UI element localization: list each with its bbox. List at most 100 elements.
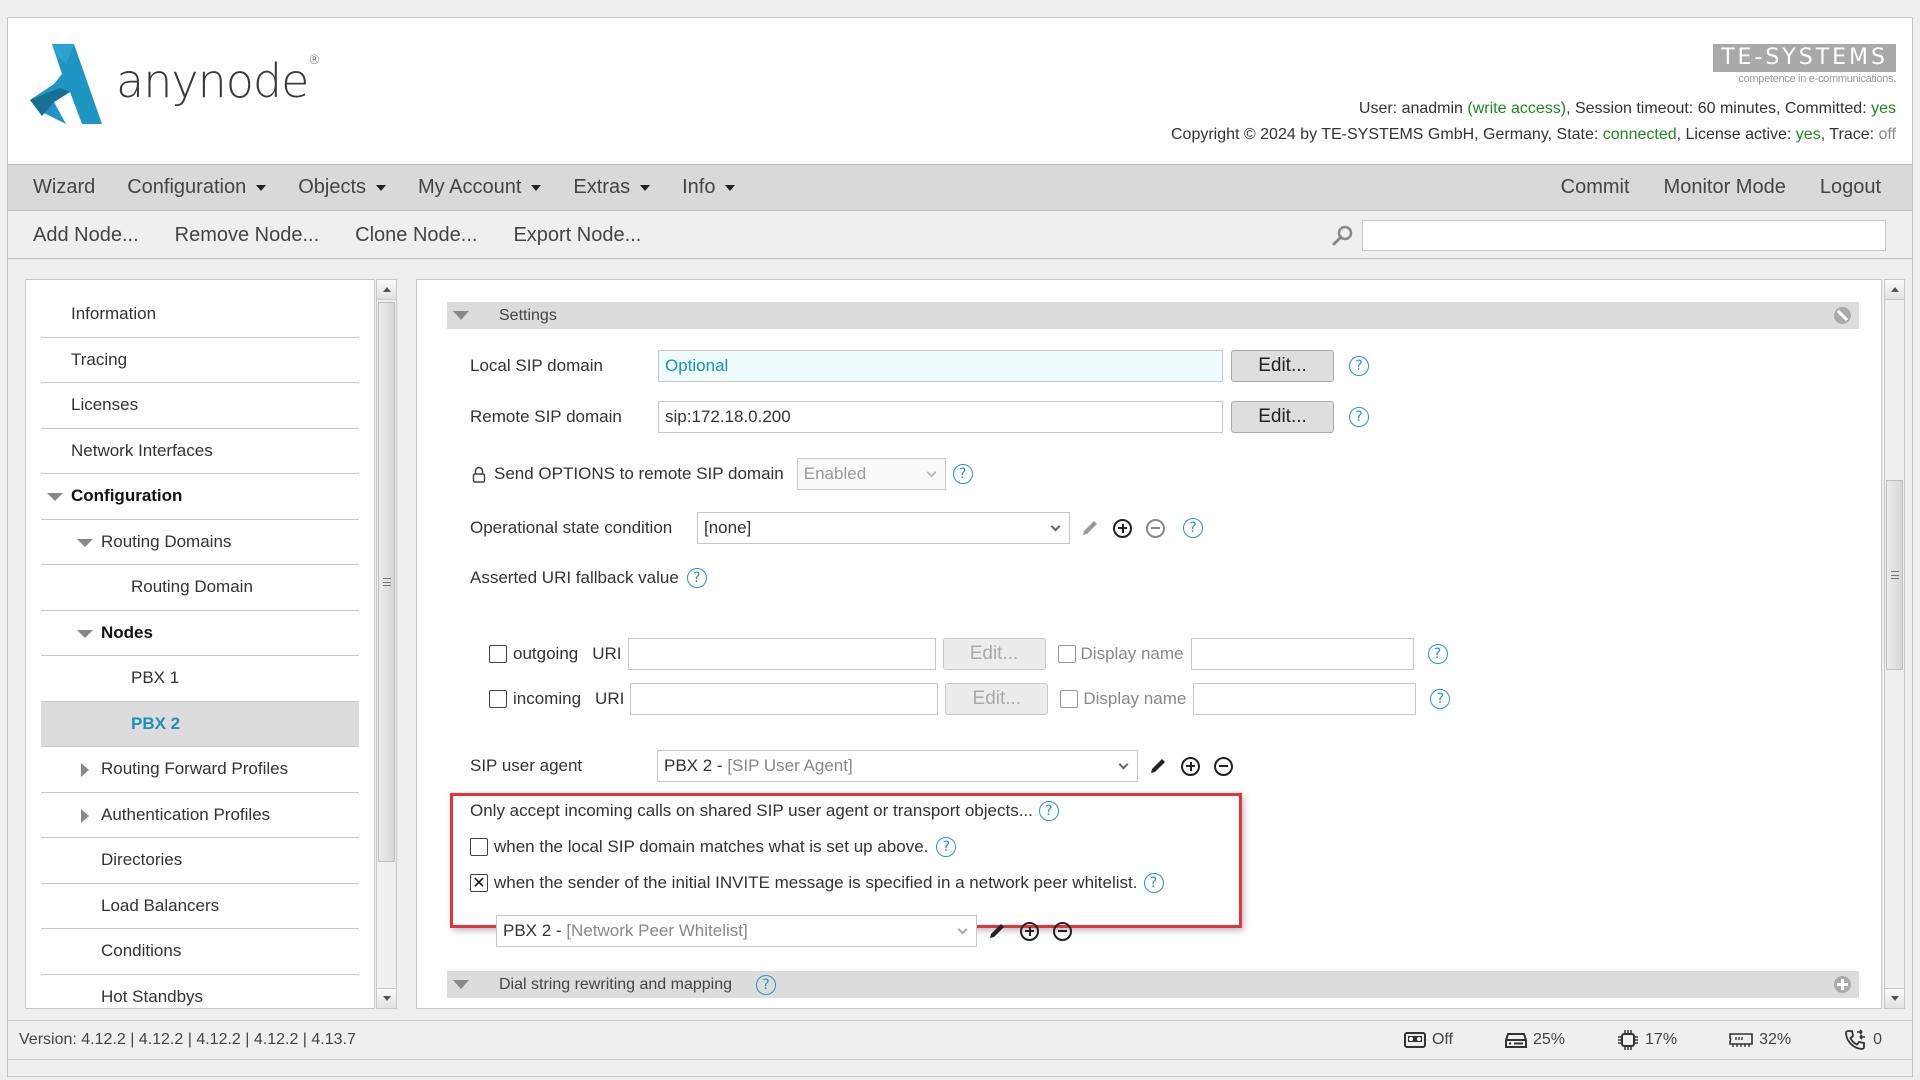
edit-pencil-icon[interactable] — [1148, 756, 1168, 776]
operational-state-label: Operational state condition — [470, 518, 673, 537]
help-icon[interactable]: ? — [686, 568, 707, 588]
operational-state-select[interactable]: [none] — [697, 512, 1070, 544]
scroll-thumb[interactable] — [1886, 480, 1903, 670]
scroll-down-button[interactable] — [1885, 988, 1904, 1008]
expanded-triangle-icon[interactable] — [47, 493, 63, 501]
remove-condition-button[interactable] — [1146, 518, 1165, 538]
nav-hot-standbys[interactable]: Hot Standbys — [41, 975, 359, 1009]
menu-configuration[interactable]: Configuration — [111, 176, 282, 199]
nav-directories[interactable]: Directories — [41, 838, 359, 884]
help-icon[interactable]: ? — [1038, 801, 1059, 821]
add-whitelist-button[interactable] — [1020, 921, 1039, 941]
network-peer-whitelist-select[interactable]: PBX 2 - [Network Peer Whitelist] — [496, 915, 977, 947]
edit-pencil-icon[interactable] — [987, 921, 1007, 941]
caret-down-icon — [640, 184, 651, 191]
remove-node-button[interactable]: Remove Node... — [157, 224, 338, 247]
logout-button[interactable]: Logout — [1803, 176, 1898, 199]
outgoing-display-name-checkbox[interactable] — [1057, 645, 1076, 663]
caret-down-icon — [725, 184, 736, 191]
nav-routing-forward-profiles[interactable]: Routing Forward Profiles — [41, 747, 359, 793]
local-sip-domain-edit-button[interactable]: Edit... — [1231, 350, 1334, 382]
search-input[interactable] — [1362, 219, 1886, 251]
disable-icon[interactable] — [1834, 307, 1851, 324]
clone-node-button[interactable]: Clone Node... — [337, 224, 495, 247]
help-icon[interactable]: ? — [1143, 873, 1164, 893]
collapsed-triangle-icon[interactable] — [81, 763, 89, 777]
nav-pbx-1[interactable]: PBX 1 — [41, 656, 359, 702]
scroll-down-button[interactable] — [377, 988, 396, 1008]
nav-information[interactable]: Information — [41, 292, 359, 338]
help-icon[interactable]: ? — [756, 974, 776, 995]
expanded-triangle-icon[interactable] — [77, 538, 93, 547]
caret-down-icon — [256, 184, 267, 191]
nav-routing-domain[interactable]: Routing Domain — [41, 565, 359, 611]
sip-user-agent-select[interactable]: PBX 2 - [SIP User Agent] — [657, 750, 1138, 782]
collapse-triangle-icon[interactable] — [453, 311, 469, 320]
outgoing-display-name-input[interactable] — [1190, 638, 1414, 670]
add-circle-icon[interactable] — [1834, 976, 1851, 993]
whitelist-checkbox[interactable]: ✕ — [470, 874, 488, 892]
content-scrollbar[interactable] — [1884, 279, 1905, 1009]
export-node-button[interactable]: Export Node... — [495, 224, 659, 247]
add-node-button[interactable]: Add Node... — [8, 224, 157, 247]
remote-sip-domain-edit-button[interactable]: Edit... — [1231, 401, 1334, 433]
sidebar-scrollbar[interactable] — [376, 279, 397, 1009]
sip-user-agent-label: SIP user agent — [470, 756, 583, 775]
edit-pencil-icon[interactable] — [1080, 518, 1100, 538]
user-label: User: anadmin — [1358, 100, 1468, 117]
outgoing-uri-input[interactable] — [627, 638, 936, 670]
menu-wizard[interactable]: Wizard — [8, 176, 111, 199]
dial-string-section-header[interactable]: Dial string rewriting and mapping ? — [447, 971, 1859, 998]
menu-info[interactable]: Info — [666, 176, 751, 199]
add-sip-user-agent-button[interactable] — [1181, 756, 1200, 776]
help-icon[interactable]: ? — [1430, 689, 1451, 709]
help-icon[interactable]: ? — [1349, 356, 1369, 376]
nav-licenses[interactable]: Licenses — [41, 383, 359, 429]
add-condition-button[interactable] — [1113, 518, 1132, 538]
nav-list: Information Tracing Licenses Network Int… — [41, 292, 359, 1009]
menu-objects[interactable]: Objects — [282, 176, 402, 199]
incoming-uri-input[interactable] — [630, 683, 939, 715]
incoming-display-name-checkbox[interactable] — [1060, 690, 1079, 708]
nav-tracing[interactable]: Tracing — [41, 338, 359, 383]
help-icon[interactable]: ? — [1349, 407, 1369, 427]
remote-sip-domain-input[interactable]: sip:172.18.0.200 — [658, 401, 1223, 433]
help-icon[interactable]: ? — [936, 837, 957, 857]
nav-configuration[interactable]: Configuration — [41, 474, 359, 520]
outgoing-checkbox[interactable] — [489, 645, 507, 663]
menu-right-group: Commit Monitor Mode Logout — [1544, 176, 1912, 199]
scroll-thumb[interactable] — [378, 302, 395, 862]
incoming-display-name-input[interactable] — [1193, 683, 1417, 715]
accept-heading: Only accept incoming calls on shared SIP… — [470, 801, 1033, 820]
scroll-up-button[interactable] — [1885, 280, 1904, 300]
nav-authentication-profiles[interactable]: Authentication Profiles — [41, 793, 359, 838]
help-icon[interactable]: ? — [1183, 518, 1203, 538]
nav-routing-domains[interactable]: Routing Domains — [41, 520, 359, 565]
help-icon[interactable]: ? — [1427, 644, 1448, 664]
memory-usage: 32% — [1729, 1031, 1791, 1049]
collapsed-triangle-icon[interactable] — [81, 808, 89, 823]
local-sip-domain-input[interactable]: Optional — [658, 350, 1223, 382]
remove-whitelist-button[interactable] — [1053, 921, 1072, 941]
menu-my-account[interactable]: My Account — [402, 176, 557, 199]
send-options-row: Send OPTIONS to remote SIP domain Enable… — [472, 458, 973, 490]
local-domain-match-checkbox[interactable] — [470, 838, 488, 856]
settings-section-header[interactable]: Settings — [447, 302, 1859, 329]
nav-load-balancers[interactable]: Load Balancers — [41, 884, 359, 929]
scroll-up-button[interactable] — [377, 280, 396, 300]
commit-button[interactable]: Commit — [1544, 176, 1647, 199]
nav-nodes[interactable]: Nodes — [41, 611, 359, 656]
nav-conditions[interactable]: Conditions — [41, 929, 359, 975]
menu-extras[interactable]: Extras — [557, 176, 666, 199]
incoming-checkbox[interactable] — [489, 690, 507, 708]
nav-network-interfaces[interactable]: Network Interfaces — [41, 429, 359, 474]
select-value: [none] — [704, 518, 752, 537]
nav-pbx-2[interactable]: PBX 2 — [41, 701, 359, 747]
copyright: Copyright © 2024 by TE-SYSTEMS GmbH, Ger… — [1170, 126, 1603, 143]
remove-sip-user-agent-button[interactable] — [1214, 756, 1233, 776]
expanded-triangle-icon[interactable] — [77, 629, 93, 638]
monitor-mode-button[interactable]: Monitor Mode — [1647, 176, 1803, 199]
help-icon[interactable]: ? — [952, 464, 973, 484]
plus-circle-icon — [1020, 921, 1039, 941]
collapse-triangle-icon[interactable] — [453, 980, 469, 989]
